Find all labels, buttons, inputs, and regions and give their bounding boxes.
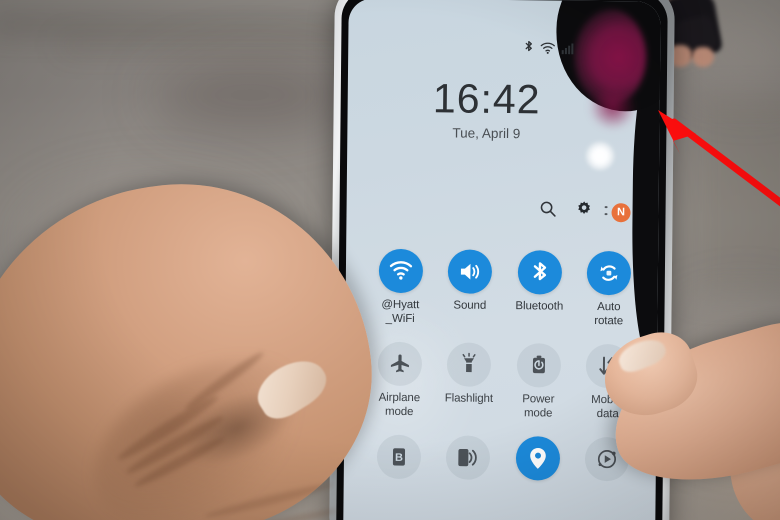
nfc-icon: [445, 435, 491, 480]
screen-glare: [584, 140, 616, 172]
svg-text:B: B: [395, 452, 403, 464]
phone-screen[interactable]: 16:42 Tue, April 9 N @Hyatt _WiFi Sound …: [343, 0, 661, 520]
photo-scene: 16:42 Tue, April 9 N @Hyatt _WiFi Sound …: [0, 0, 780, 520]
qs-tile-airplane-mode[interactable]: Airplane mode: [364, 341, 434, 420]
qs-label-sound: Sound: [453, 299, 487, 312]
qs-label-wifi: @Hyatt _WiFi: [381, 298, 420, 326]
qs-label-power-mode: Power mode: [522, 393, 555, 420]
airplane-icon: [377, 341, 422, 387]
qs-tile-sound[interactable]: Sound: [435, 249, 505, 327]
qs-tile-location[interactable]: [503, 436, 573, 486]
floor-blotch-1: [150, 60, 350, 130]
battery-icon: [516, 343, 561, 388]
floor-seam-3: [690, 96, 780, 296]
clock-date: Tue, April 9: [452, 125, 521, 142]
wifi-icon: [540, 41, 555, 59]
auto-rotate-icon: [586, 250, 632, 296]
status-bar: [348, 38, 660, 60]
qs-label-flashlight: Flashlight: [444, 392, 494, 405]
qs-tile-bluetooth[interactable]: Bluetooth: [504, 250, 574, 328]
qs-tile-flashlight[interactable]: Flashlight: [434, 342, 504, 420]
notification-badge[interactable]: N: [611, 202, 631, 222]
toe-2: [692, 47, 714, 67]
bluetooth-icon: [523, 40, 534, 59]
qs-tile-bixby[interactable]: B: [364, 434, 434, 485]
clock-time: 16:42: [432, 75, 541, 123]
qs-tile-wifi[interactable]: @Hyatt _WiFi: [365, 248, 435, 327]
qs-tile-auto-rotate[interactable]: Auto rotate: [574, 250, 644, 329]
quick-settings-header: N: [539, 200, 631, 223]
qs-label-airplane-mode: Airplane mode: [378, 391, 421, 419]
signal-bars-icon: [561, 41, 574, 59]
flashlight-icon: [446, 342, 492, 387]
qs-label-auto-rotate: Auto rotate: [594, 300, 624, 328]
lock-clock: 16:42 Tue, April 9: [347, 75, 660, 142]
speaker-icon: [447, 249, 493, 294]
wifi-icon: [378, 248, 423, 294]
location-pin-icon: [515, 436, 560, 481]
quick-settings-grid: @Hyatt _WiFi Sound Bluetooth Auto rotate…: [364, 248, 644, 487]
qs-tile-nfc[interactable]: [433, 435, 503, 485]
qs-tile-power-mode[interactable]: Power mode: [503, 343, 573, 421]
gear-icon[interactable]: [575, 201, 592, 223]
bixby-icon: B: [376, 434, 421, 480]
search-icon[interactable]: [539, 200, 556, 222]
bluetooth-icon: [517, 250, 562, 295]
qs-label-bluetooth: Bluetooth: [515, 300, 564, 313]
